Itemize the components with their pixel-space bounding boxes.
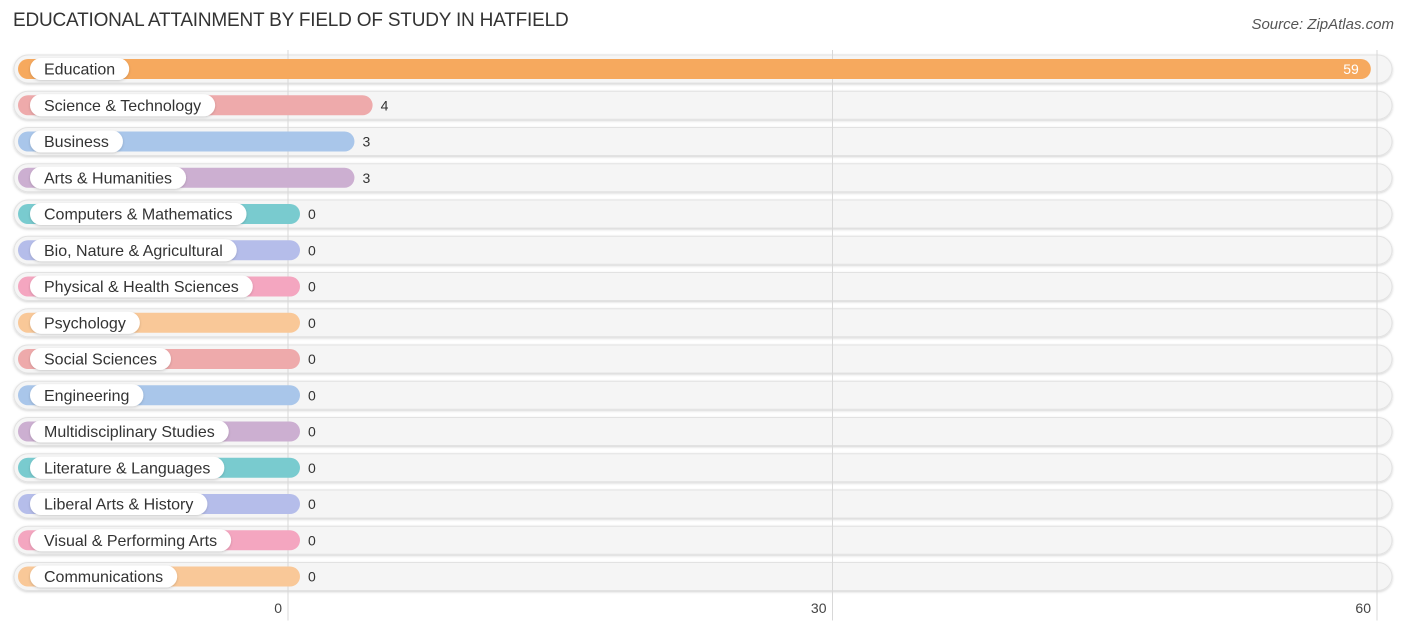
category-label: Psychology	[44, 315, 126, 332]
category-label: Social Sciences	[44, 352, 157, 369]
category-label: Literature & Languages	[44, 460, 210, 477]
value-label: 0	[308, 351, 316, 367]
category-label: Arts & Humanities	[44, 170, 172, 187]
value-label: 0	[308, 387, 316, 403]
bar-row: Physical & Health Sciences 0	[18, 275, 316, 298]
value-label: 3	[362, 134, 370, 150]
value-label: 0	[308, 315, 316, 331]
category-label: Business	[44, 134, 109, 151]
bar-row: Business 3	[18, 130, 370, 153]
bar-row: Computers & Mathematics 0	[18, 203, 316, 225]
bar-row: Visual & Performing Arts 0	[18, 529, 316, 552]
bar-row: Literature & Languages 0	[18, 456, 316, 479]
bar-row: Psychology 0	[18, 311, 316, 334]
bar-row: Multidisciplinary Studies 0	[18, 420, 316, 443]
category-label: Science & Technology	[44, 98, 201, 115]
value-label: 0	[308, 279, 316, 295]
category-label: Engineering	[44, 388, 129, 405]
value-label: 0	[308, 206, 316, 222]
value-label: 0	[308, 424, 316, 440]
x-tick-label: 60	[1355, 600, 1371, 616]
value-label: 0	[308, 569, 316, 585]
category-label: Communications	[44, 569, 163, 586]
value-label: 59	[1343, 61, 1359, 77]
value-label: 0	[308, 532, 316, 548]
category-label: Liberal Arts & History	[44, 497, 193, 514]
category-label: Education	[44, 62, 115, 79]
category-label: Bio, Nature & Agricultural	[44, 243, 223, 260]
value-label: 0	[308, 496, 316, 512]
x-tick-label: 30	[811, 600, 827, 616]
bar-row: Liberal Arts & History 0	[18, 493, 316, 515]
bar-chart: Education 59 Science & Technology 4 Business…	[13, 50, 1393, 621]
bar-row: Education 59	[18, 58, 1371, 80]
bar-row: Communications 0	[18, 565, 316, 588]
bar-row: Science & Technology 4	[18, 94, 389, 117]
bar-row: Bio, Nature & Agricultural 0	[18, 239, 316, 262]
category-label: Physical & Health Sciences	[44, 279, 239, 296]
category-label: Multidisciplinary Studies	[44, 424, 215, 441]
value-label: 0	[308, 242, 316, 258]
value-label: 0	[308, 460, 316, 476]
bar-row: Engineering 0	[18, 384, 316, 407]
category-label: Computers & Mathematics	[44, 207, 233, 224]
bar	[18, 59, 1371, 79]
value-label: 3	[362, 170, 370, 186]
x-tick-label: 0	[274, 600, 282, 616]
value-label: 4	[381, 97, 389, 113]
bar-row: Arts & Humanities 3	[18, 166, 370, 189]
category-label: Visual & Performing Arts	[44, 533, 217, 550]
bar-row: Social Sciences 0	[18, 348, 316, 370]
